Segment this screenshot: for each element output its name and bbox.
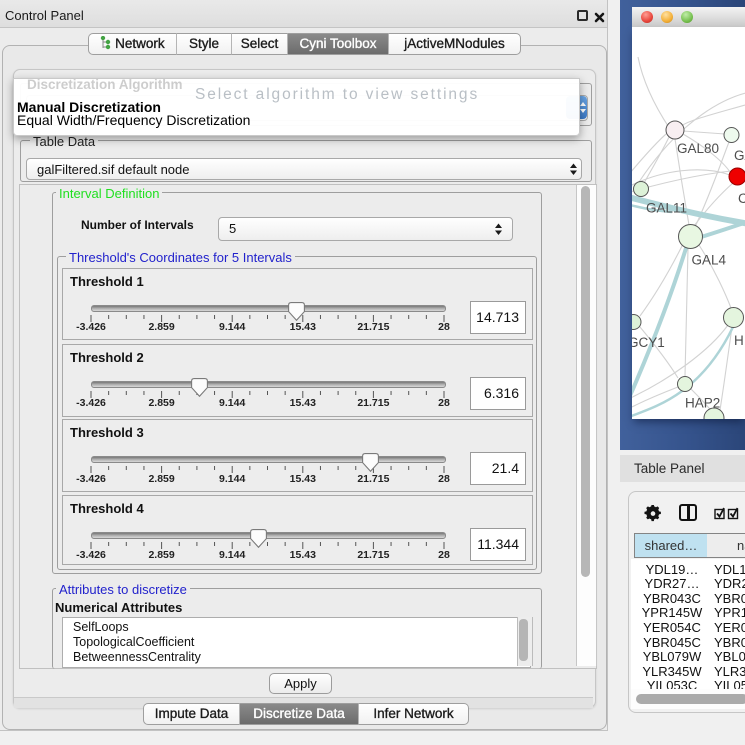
svg-text:GCY1: GCY1: [632, 335, 665, 350]
svg-text:HAP2: HAP2: [685, 396, 720, 411]
svg-text:GA: GA: [734, 148, 745, 163]
svg-text:GAL11: GAL11: [646, 201, 687, 216]
svg-text:C: C: [738, 191, 745, 206]
svg-text:HI: HI: [734, 333, 745, 348]
svg-text:GAL80: GAL80: [677, 141, 719, 156]
svg-text:GAL4: GAL4: [692, 253, 727, 268]
